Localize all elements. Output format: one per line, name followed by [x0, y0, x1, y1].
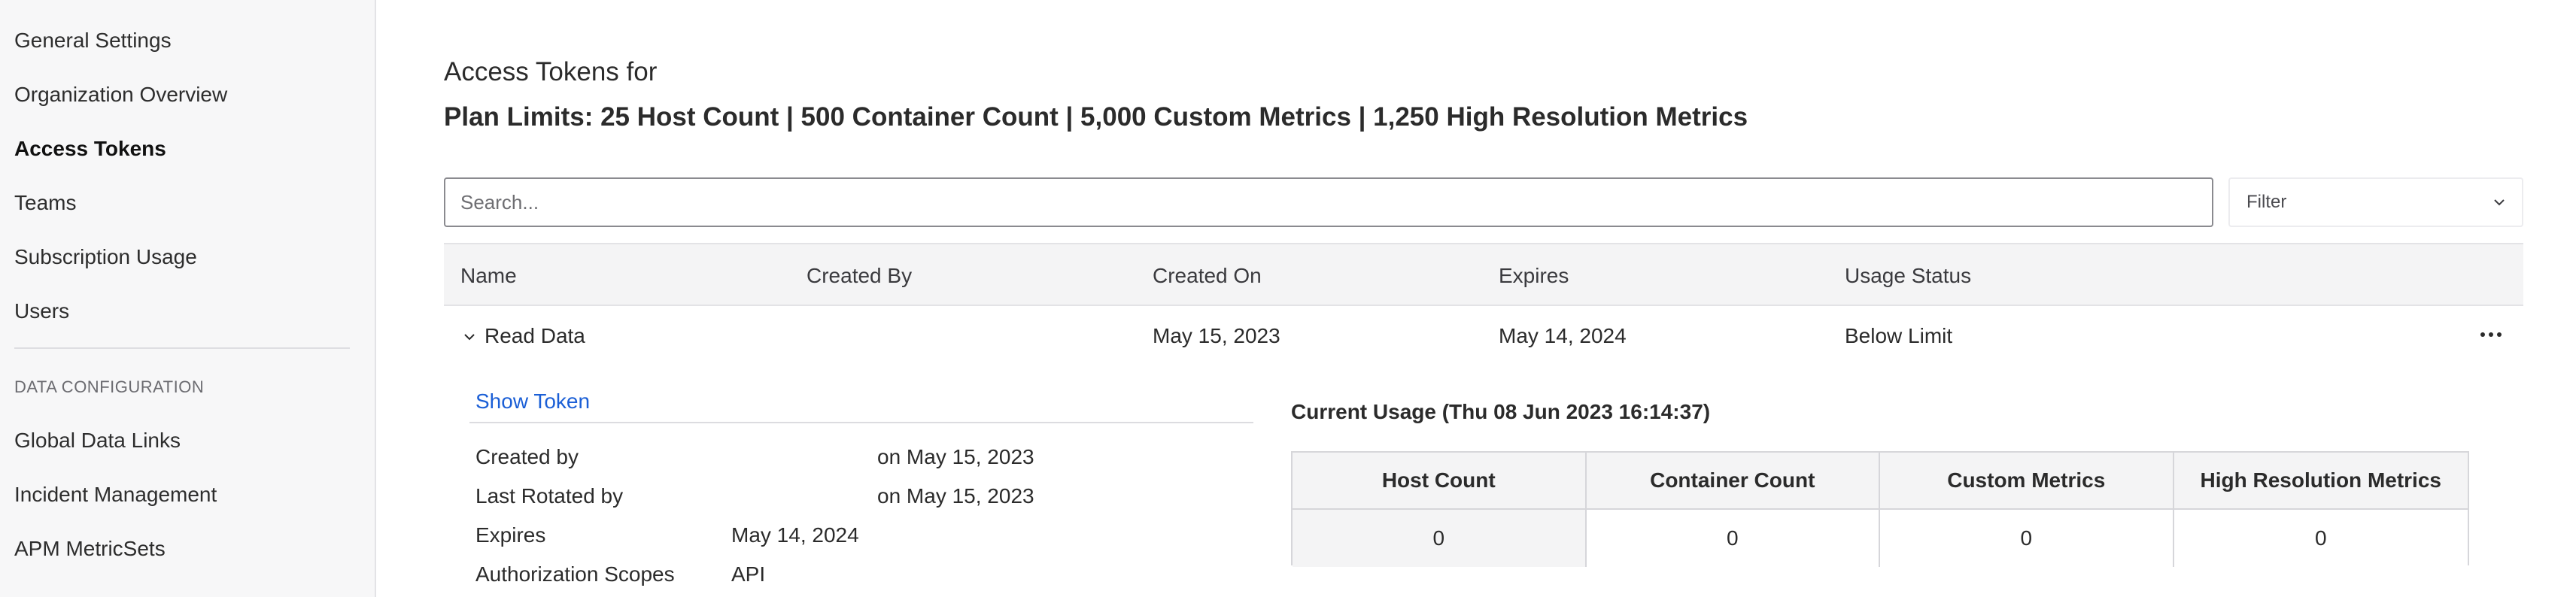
column-header-created-on[interactable]: Created On [1153, 264, 1262, 288]
more-options-icon[interactable] [2478, 329, 2504, 341]
column-header-expires[interactable]: Expires [1499, 264, 1569, 288]
sidebar-item-global-data-links[interactable]: Global Data Links [14, 429, 181, 453]
usage-value-custom-metrics: 0 [1880, 510, 2174, 567]
detail-value-authorization-scopes: API [731, 562, 766, 586]
detail-value-created-by: on May 15, 2023 [877, 445, 1034, 468]
current-usage-title: Current Usage (Thu 08 Jun 2023 16:14:37) [1291, 400, 1711, 423]
sidebar-item-organization-overview[interactable]: Organization Overview [14, 83, 227, 107]
current-usage-table: Host Count Container Count Custom Metric… [1291, 451, 2469, 567]
chevron-down-icon [2494, 199, 2505, 206]
page-title: Access Tokens for [444, 57, 658, 86]
token-name[interactable]: Read Data [485, 324, 585, 348]
details-divider [469, 422, 1253, 423]
usage-header-host-count: Host Count [1293, 453, 1587, 510]
sidebar-item-incident-management[interactable]: Incident Management [14, 483, 217, 507]
redacted-org-name [674, 6, 1243, 87]
detail-label-expires: Expires [475, 523, 546, 547]
sidebar-divider [14, 347, 350, 349]
sidebar-item-users[interactable]: Users [14, 299, 69, 323]
show-token-link[interactable]: Show Token [475, 389, 590, 414]
tokens-table-header: Name Created By Created On Expires Usage… [444, 243, 2523, 306]
usage-value-host-count: 0 [1293, 510, 1587, 567]
usage-header-custom-metrics: Custom Metrics [1880, 453, 2174, 510]
sidebar-section-heading: DATA CONFIGURATION [14, 377, 205, 396]
detail-label-authorization-scopes: Authorization Scopes [475, 562, 675, 586]
usage-header-high-resolution-metrics: High Resolution Metrics [2174, 453, 2468, 510]
token-created-on: May 15, 2023 [1153, 324, 1280, 347]
plan-limits: Plan Limits: 25 Host Count | 500 Contain… [444, 102, 1748, 132]
sidebar-item-apm-metricsets[interactable]: APM MetricSets [14, 537, 166, 561]
search-input[interactable] [444, 177, 2213, 227]
detail-label-created-by: Created by [475, 445, 579, 468]
usage-header-container-count: Container Count [1586, 453, 1880, 510]
column-header-name[interactable]: Name [460, 264, 517, 288]
usage-value-container-count: 0 [1586, 510, 1880, 567]
detail-value-last-rotated-by: on May 15, 2023 [877, 484, 1034, 508]
sidebar-item-teams[interactable]: Teams [14, 191, 76, 215]
chevron-down-icon[interactable] [463, 333, 475, 341]
detail-label-last-rotated-by: Last Rotated by [475, 484, 624, 508]
usage-value-high-resolution-metrics: 0 [2174, 510, 2468, 567]
filter-dropdown[interactable]: Filter [2228, 177, 2523, 227]
column-header-created-by[interactable]: Created By [807, 264, 912, 288]
table-row[interactable]: Read Data May 15, 2023 May 14, 2024 Belo… [444, 306, 2523, 372]
filter-label: Filter [2246, 192, 2287, 212]
sidebar-item-general-settings[interactable]: General Settings [14, 29, 172, 53]
sidebar-item-access-tokens[interactable]: Access Tokens [14, 137, 166, 161]
column-header-usage-status[interactable]: Usage Status [1845, 264, 1971, 288]
app-window: General Settings Organization Overview A… [0, 0, 2576, 597]
sidebar-item-subscription-usage[interactable]: Subscription Usage [14, 245, 197, 269]
token-usage-status: Below Limit [1845, 324, 1953, 347]
sidebar: General Settings Organization Overview A… [0, 0, 376, 597]
detail-value-expires: May 14, 2024 [731, 523, 859, 547]
token-expires: May 14, 2024 [1499, 324, 1627, 347]
